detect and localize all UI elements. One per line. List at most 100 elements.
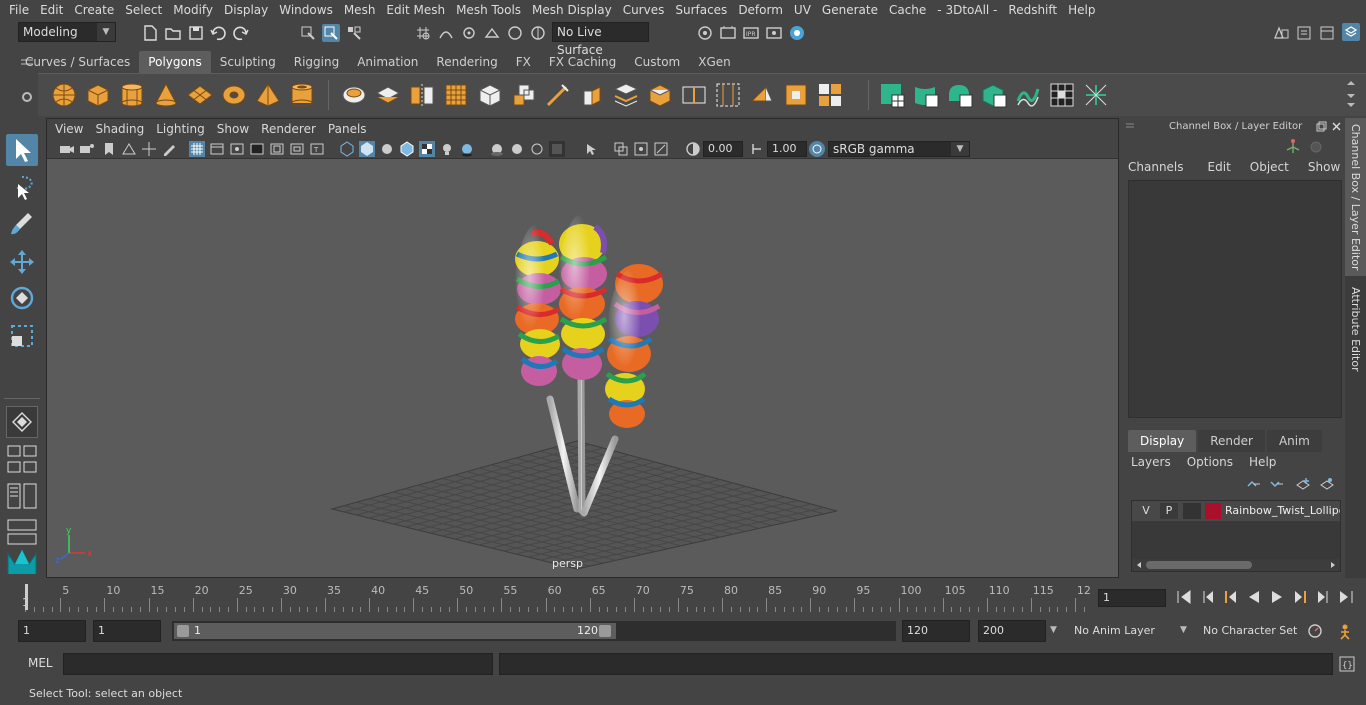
move-tool-icon[interactable]	[6, 246, 38, 278]
poly-cube-icon[interactable]	[84, 81, 112, 109]
current-frame-field[interactable]: 1	[1098, 589, 1166, 607]
menu-set-dropdown[interactable]: Modeling ▼	[18, 22, 116, 42]
offset-edge-loop-icon[interactable]	[714, 81, 742, 109]
bevel-icon[interactable]	[646, 81, 674, 109]
layer-menu-help[interactable]: Help	[1249, 455, 1276, 469]
tab-fx[interactable]: FX	[507, 51, 540, 73]
viewport-menu-shading[interactable]: Shading	[95, 119, 144, 139]
playback-start-field[interactable]: 1	[93, 620, 161, 642]
menu-redshift[interactable]: Redshift	[1008, 0, 1057, 20]
character-set-dropdown[interactable]: No Character Set	[1197, 620, 1301, 642]
snap-view-plane-icon[interactable]	[483, 24, 501, 42]
paint-select-tool-icon[interactable]	[6, 208, 38, 240]
tab-curves-surfaces[interactable]: Curves / Surfaces	[16, 51, 139, 73]
menu-mesh[interactable]: Mesh	[344, 0, 376, 20]
select-object-icon[interactable]	[322, 24, 340, 42]
channel-menu-edit[interactable]: Edit	[1208, 160, 1231, 174]
tab-rendering[interactable]: Rendering	[427, 51, 506, 73]
menu-3dtoall[interactable]: - 3DtoAll -	[937, 0, 997, 20]
shelf-scroll-arrows[interactable]	[1344, 78, 1358, 110]
wireframe-on-shaded-icon[interactable]	[399, 141, 415, 157]
menu-help[interactable]: Help	[1068, 0, 1095, 20]
reduce-icon[interactable]	[476, 81, 504, 109]
multisample-aa-icon[interactable]	[529, 141, 545, 157]
separate-icon[interactable]	[374, 81, 402, 109]
menu-uv[interactable]: UV	[794, 0, 811, 20]
range-slider-bar[interactable]: 1 120	[174, 623, 616, 639]
attribute-editor-toggle-icon[interactable]	[1295, 24, 1313, 42]
show-manipulator-icon[interactable]	[1283, 138, 1303, 156]
use-default-material-icon[interactable]	[379, 141, 395, 157]
command-input[interactable]	[63, 653, 493, 675]
exposure-field[interactable]: 0.00	[703, 141, 743, 157]
uv-cut-sew-icon[interactable]	[1014, 81, 1042, 109]
go-to-end-icon[interactable]	[1337, 588, 1355, 606]
play-forwards-icon[interactable]	[1268, 588, 1286, 606]
two-d-pan-zoom-icon[interactable]	[141, 141, 157, 157]
step-forward-frame-icon[interactable]	[1314, 588, 1332, 606]
four-view-layout-icon[interactable]	[6, 444, 38, 476]
close-panel-icon[interactable]	[1331, 121, 1342, 132]
xray-joints-icon[interactable]	[653, 141, 669, 157]
channel-list-area[interactable]	[1128, 180, 1342, 418]
wireframe-icon[interactable]	[339, 141, 355, 157]
scroll-right-icon[interactable]	[1329, 561, 1337, 569]
viewport-menu-panels[interactable]: Panels	[328, 119, 367, 139]
grid-toggle-icon[interactable]	[189, 141, 205, 157]
snap-point-icon[interactable]	[460, 24, 478, 42]
poly-pyramid-icon[interactable]	[254, 81, 282, 109]
menu-file[interactable]: File	[9, 0, 29, 20]
menu-mesh-display[interactable]: Mesh Display	[532, 0, 612, 20]
channel-menu-show[interactable]: Show	[1308, 160, 1340, 174]
select-tool-icon[interactable]	[6, 134, 38, 166]
perspective-viewport[interactable]: View Shading Lighting Show Renderer Panels T …	[46, 118, 1119, 578]
select-hierarchy-icon[interactable]	[299, 24, 317, 42]
menu-edit[interactable]: Edit	[40, 0, 63, 20]
redo-icon[interactable]	[232, 24, 250, 42]
layer-horizontal-scrollbar[interactable]	[1132, 559, 1340, 571]
depth-of-field-icon[interactable]	[549, 141, 565, 157]
tab-anim[interactable]: Anim	[1266, 430, 1322, 452]
tab-render[interactable]: Render	[1198, 430, 1265, 452]
uv-layout-icon[interactable]	[1082, 81, 1110, 109]
poly-cone-icon[interactable]	[152, 81, 180, 109]
new-scene-icon[interactable]	[141, 24, 159, 42]
go-to-start-icon[interactable]	[1175, 588, 1193, 606]
layer-color-swatch[interactable]	[1205, 503, 1221, 519]
resolution-gate-icon[interactable]	[229, 141, 245, 157]
chevron-down-icon[interactable]: ▼	[1050, 625, 1057, 635]
layer-visibility-toggle[interactable]: V	[1138, 503, 1154, 519]
gamma-icon[interactable]	[749, 141, 765, 157]
current-time-indicator[interactable]	[25, 584, 28, 610]
menu-surfaces[interactable]: Surfaces	[675, 0, 727, 20]
tab-animation[interactable]: Animation	[348, 51, 427, 73]
render-view-icon[interactable]	[765, 24, 783, 42]
animation-start-field[interactable]: 1	[18, 620, 86, 642]
tab-xgen[interactable]: XGen	[689, 51, 740, 73]
make-live-icon[interactable]	[529, 24, 547, 42]
rotate-tool-icon[interactable]	[6, 282, 38, 314]
menu-windows[interactable]: Windows	[279, 0, 333, 20]
exposure-icon[interactable]	[685, 141, 701, 157]
menu-edit-mesh[interactable]: Edit Mesh	[386, 0, 445, 20]
film-gate-icon[interactable]	[209, 141, 225, 157]
menu-cache[interactable]: Cache	[889, 0, 926, 20]
scale-tool-icon[interactable]	[6, 320, 38, 352]
xray-active-components-icon[interactable]	[633, 141, 649, 157]
move-layer-up-icon[interactable]	[1246, 476, 1262, 492]
viewport-menu-renderer[interactable]: Renderer	[261, 119, 316, 139]
smooth-icon[interactable]	[442, 81, 470, 109]
menu-modify[interactable]: Modify	[173, 0, 213, 20]
range-start-handle[interactable]	[177, 625, 189, 637]
camera-attributes-icon[interactable]	[79, 141, 95, 157]
ipr-render-icon[interactable]: IPR	[742, 24, 760, 42]
tab-fx-caching[interactable]: FX Caching	[540, 51, 625, 73]
target-weld-icon[interactable]	[816, 81, 844, 109]
fill-hole-icon[interactable]	[782, 81, 810, 109]
motion-blur-icon[interactable]	[509, 141, 525, 157]
script-editor-icon[interactable]: {}	[1338, 655, 1356, 673]
create-empty-layer-icon[interactable]	[1295, 476, 1311, 492]
mirror-icon[interactable]	[408, 81, 436, 109]
safe-action-icon[interactable]	[289, 141, 305, 157]
extrude-icon[interactable]	[578, 81, 606, 109]
